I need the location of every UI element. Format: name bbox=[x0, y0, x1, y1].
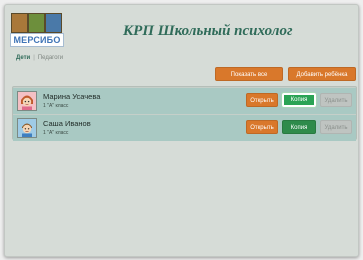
children-list: Марина Усачева 1 "А" класс Открыть Копия… bbox=[12, 86, 357, 141]
logo-block-3 bbox=[45, 13, 62, 33]
child-name: Марина Усачева bbox=[43, 92, 101, 101]
open-button[interactable]: Открыть bbox=[246, 93, 278, 107]
tab-children[interactable]: Дети bbox=[16, 55, 30, 61]
page-title: КРП Школьный психолог bbox=[123, 23, 293, 39]
logo-block-2 bbox=[28, 13, 45, 33]
delete-button[interactable]: Удалить bbox=[320, 93, 352, 107]
tab-teachers[interactable]: Педагоги bbox=[38, 55, 63, 61]
child-class: 1 "А" класс bbox=[43, 103, 69, 109]
mersibo-logo[interactable]: МЕРСИБО bbox=[10, 13, 64, 47]
app-window: МЕРСИБО КРП Школьный психолог Дети | Педаг… bbox=[4, 4, 359, 257]
delete-button[interactable]: Удалить bbox=[320, 120, 352, 134]
logo-text: МЕРСИБО bbox=[10, 33, 64, 47]
logo-blocks bbox=[11, 13, 63, 35]
list-item[interactable]: Марина Усачева 1 "А" класс Открыть Копия… bbox=[13, 88, 356, 114]
logo-block-1 bbox=[11, 13, 28, 33]
show-all-button[interactable]: Показать все bbox=[215, 67, 283, 81]
open-button[interactable]: Открыть bbox=[246, 120, 278, 134]
child-class: 1 "А" класс bbox=[43, 130, 69, 136]
tabs: Дети | Педагоги bbox=[16, 55, 63, 61]
tab-separator: | bbox=[33, 55, 35, 61]
add-child-button[interactable]: Добавить ребёнка bbox=[288, 67, 356, 81]
girl-avatar-icon bbox=[17, 91, 37, 111]
list-item[interactable]: Саша Иванов 1 "А" класс Открыть Копия Уд… bbox=[13, 115, 356, 141]
child-name: Саша Иванов bbox=[43, 119, 91, 128]
copy-button[interactable]: Копия bbox=[282, 120, 316, 134]
boy-avatar-icon bbox=[17, 118, 37, 138]
copy-button[interactable]: Копия bbox=[282, 93, 316, 107]
